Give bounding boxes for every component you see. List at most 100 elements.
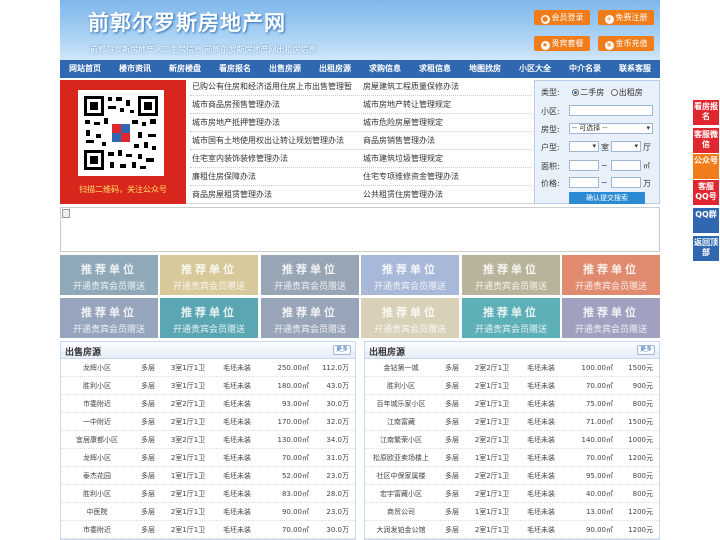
nav-for-sale[interactable]: 出售房源: [260, 60, 310, 78]
news-link[interactable]: 房屋建筑工程质量保修办法: [361, 78, 532, 95]
listing-row[interactable]: 龙辉小区 多层 2室1厅1卫 毛坯未装 70.00㎡ 31.0万: [61, 449, 355, 467]
nav-home[interactable]: 网站首页: [60, 60, 110, 78]
nav-wanted-rent[interactable]: 求租信息: [410, 60, 460, 78]
news-link[interactable]: 住宅室内装饰装修管理办法: [190, 150, 361, 167]
side-floater-button[interactable]: 公众号: [693, 154, 719, 179]
nav-wanted-buy[interactable]: 求购信息: [360, 60, 410, 78]
banner-image[interactable]: [60, 207, 660, 252]
listing-row[interactable]: 金钻第一城 多层 2室2厅1卫 毛坯未装 100.00㎡ 1500元: [365, 359, 659, 377]
side-floater-button[interactable]: 客服微信: [693, 128, 719, 153]
listing-community[interactable]: 宏宇富藏小区: [365, 485, 437, 502]
listing-row[interactable]: 商贸公司 多层 1室1厅1卫 毛坯未装 13.00㎡ 1200元: [365, 503, 659, 521]
news-link[interactable]: 城市房地产转让管理规定: [361, 96, 532, 113]
listing-community[interactable]: 百年城乐家小区: [365, 395, 437, 412]
recommend-tile[interactable]: 推荐单位 开通贵宾会员赠送: [160, 255, 258, 295]
listing-row[interactable]: 市委附近 多层 2室2厅1卫 毛坯未装 93.00㎡ 30.0万: [61, 395, 355, 413]
nav-new-homes[interactable]: 新房楼盘: [160, 60, 210, 78]
listing-row[interactable]: 宜居康都小区 多层 3室2厅1卫 毛坯未装 130.00㎡ 34.0万: [61, 431, 355, 449]
nav-viewing-signup[interactable]: 看房报名: [210, 60, 260, 78]
side-floater-button[interactable]: QQ群: [693, 208, 719, 233]
listing-row[interactable]: 胜利小区 多层 3室1厅1卫 毛坯未装 180.00㎡ 43.0万: [61, 377, 355, 395]
listing-community[interactable]: 江南繁荣小区: [365, 431, 437, 448]
listing-row[interactable]: 百年城乐家小区 多层 2室1厅1卫 毛坯未装 75.00㎡ 800元: [365, 395, 659, 413]
recommend-tile[interactable]: 推荐单位 开通贵宾会员赠送: [261, 255, 359, 295]
price-max-input[interactable]: [611, 177, 641, 188]
news-link[interactable]: 商品房销售管理办法: [361, 132, 532, 149]
hall-select[interactable]: ▾: [611, 141, 641, 152]
sale-more-link[interactable]: 更多: [332, 345, 351, 355]
room-select[interactable]: ▾: [569, 141, 599, 152]
listing-row[interactable]: 大润发铂金公馆 多层 2室1厅1卫 毛坯未装 90.00㎡ 1200元: [365, 521, 659, 539]
listing-row[interactable]: 松原欧亚卖场楼上 多层 1室1厅1卫 毛坯未装 70.00㎡ 1200元: [365, 449, 659, 467]
news-link[interactable]: 住宅专项维修资金管理办法: [361, 168, 532, 185]
recommend-tile[interactable]: 推荐单位 开通贵宾会员赠送: [160, 298, 258, 338]
recommend-tile[interactable]: 推荐单位 开通贵宾会员赠送: [361, 255, 459, 295]
listing-community[interactable]: 松原欧亚卖场楼上: [365, 449, 437, 466]
news-link[interactable]: 廉租住房保障办法: [190, 168, 361, 185]
listing-row[interactable]: 一中附近 多层 2室1厅1卫 毛坯未装 170.00㎡ 32.0万: [61, 413, 355, 431]
recommend-tile[interactable]: 推荐单位 开通贵宾会员赠送: [60, 255, 158, 295]
nav-for-rent[interactable]: 出租房源: [310, 60, 360, 78]
listing-community[interactable]: 市委附近: [61, 521, 133, 538]
listing-community[interactable]: 龙辉小区: [61, 359, 133, 376]
area-min-input[interactable]: [569, 160, 599, 171]
recommend-tile[interactable]: 推荐单位 开通贵宾会员赠送: [361, 298, 459, 338]
search-submit-button[interactable]: 确认提交搜索: [569, 192, 645, 204]
listing-community[interactable]: 金钻第一城: [365, 359, 437, 376]
listing-row[interactable]: 胜利小区 多层 2室1厅1卫 毛坯未装 83.00㎡ 28.0万: [61, 485, 355, 503]
recommend-tile[interactable]: 推荐单位 开通贵宾会员赠送: [60, 298, 158, 338]
listing-row[interactable]: 龙辉小区 多层 3室1厅1卫 毛坯未装 250.00㎡ 112.0万: [61, 359, 355, 377]
news-link[interactable]: 城市危险房屋管理规定: [361, 114, 532, 131]
news-link[interactable]: 城市商品房预售管理办法: [190, 96, 361, 113]
news-link[interactable]: 城市房地产抵押管理办法: [190, 114, 361, 131]
listing-community[interactable]: 社区中保家属楼: [365, 467, 437, 484]
listing-community[interactable]: 一中附近: [61, 413, 133, 430]
listing-row[interactable]: 泰杰花园 多层 1室1厅1卫 毛坯未装 52.00㎡ 23.0万: [61, 467, 355, 485]
listing-community[interactable]: 中医院: [61, 503, 133, 520]
nav-map-search[interactable]: 地图找房: [460, 60, 510, 78]
recommend-tile[interactable]: 推荐单位 开通贵宾会员赠送: [261, 298, 359, 338]
listing-community[interactable]: 龙辉小区: [61, 449, 133, 466]
news-link[interactable]: 城市国有土地使用权出让转让规划管理办法: [190, 132, 361, 149]
nav-agencies[interactable]: 中介名录: [560, 60, 610, 78]
recommend-tile[interactable]: 推荐单位 开通贵宾会员赠送: [562, 255, 660, 295]
listing-row[interactable]: 社区中保家属楼 多层 2室2厅1卫 毛坯未装 95.00㎡ 800元: [365, 467, 659, 485]
news-link[interactable]: 公共租赁住房管理办法: [361, 186, 532, 203]
recommend-tile[interactable]: 推荐单位 开通贵宾会员赠送: [562, 298, 660, 338]
login-button[interactable]: ● 会员登录: [534, 10, 590, 25]
type-option-rent[interactable]: 出租房: [610, 88, 643, 97]
listing-community[interactable]: 泰杰花园: [61, 467, 133, 484]
listing-community[interactable]: 大润发铂金公馆: [365, 521, 437, 538]
area-max-input[interactable]: [611, 160, 641, 171]
recommend-tile[interactable]: 推荐单位 开通贵宾会员赠送: [462, 298, 560, 338]
listing-community[interactable]: 商贸公司: [365, 503, 437, 520]
listing-row[interactable]: 江南富藏 多层 2室1厅1卫 毛坯未装 71.00㎡ 1500元: [365, 413, 659, 431]
site-title[interactable]: 前郭尔罗斯房地产网: [88, 7, 286, 37]
recommend-tile[interactable]: 推荐单位 开通贵宾会员赠送: [462, 255, 560, 295]
housetype-select[interactable]: -- 可选择 -- ▾: [569, 123, 653, 134]
listing-community[interactable]: 胜利小区: [61, 377, 133, 394]
register-button[interactable]: + 免费注册: [598, 10, 654, 25]
listing-row[interactable]: 宏宇富藏小区 多层 2室1厅1卫 毛坯未装 40.00㎡ 800元: [365, 485, 659, 503]
side-floater-button[interactable]: 看房报名: [693, 100, 719, 125]
nav-news[interactable]: 楼市资讯: [110, 60, 160, 78]
coin-recharge-button[interactable]: ¥ 金币充值: [598, 36, 654, 51]
news-link[interactable]: 商品房屋租赁管理办法: [190, 186, 361, 203]
listing-community[interactable]: 胜利小区: [61, 485, 133, 502]
price-min-input[interactable]: [569, 177, 599, 188]
nav-communities[interactable]: 小区大全: [510, 60, 560, 78]
listing-community[interactable]: 江南富藏: [365, 413, 437, 430]
listing-row[interactable]: 市委附近 多层 2室1厅1卫 毛坯未装 70.00㎡ 30.0万: [61, 521, 355, 539]
listing-row[interactable]: 江南繁荣小区 多层 2室2厅1卫 毛坯未装 140.00㎡ 1000元: [365, 431, 659, 449]
side-floater-button[interactable]: 客服QQ号: [693, 180, 719, 205]
news-link[interactable]: 城市建筑垃圾管理规定: [361, 150, 532, 167]
listing-row[interactable]: 中医院 多层 2室1厅1卫 毛坯未装 90.00㎡ 23.0万: [61, 503, 355, 521]
vip-package-button[interactable]: ★ 贵宾套餐: [534, 36, 590, 51]
type-option-secondhand[interactable]: 二手房: [572, 88, 604, 97]
listing-row[interactable]: 胜利小区 多层 2室1厅1卫 毛坯未装 70.00㎡ 900元: [365, 377, 659, 395]
nav-contact[interactable]: 联系客服: [610, 60, 660, 78]
listing-community[interactable]: 宜居康都小区: [61, 431, 133, 448]
listing-community[interactable]: 市委附近: [61, 395, 133, 412]
side-floater-button[interactable]: 返回顶部: [693, 236, 719, 261]
rent-more-link[interactable]: 更多: [636, 345, 655, 355]
